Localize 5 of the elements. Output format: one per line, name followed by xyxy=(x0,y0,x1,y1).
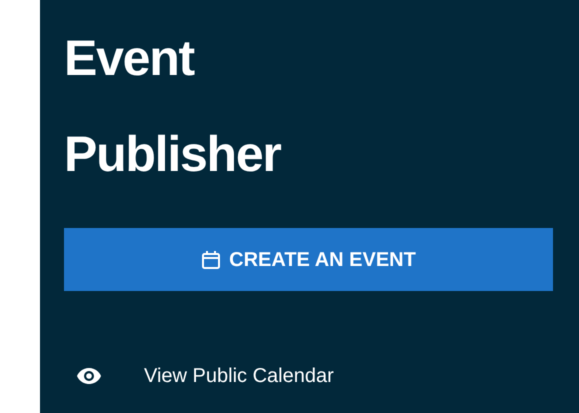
app-title: Event Publisher xyxy=(64,29,282,184)
eye-icon xyxy=(76,367,102,385)
nav-link[interactable]: View Public Calendar xyxy=(64,361,554,391)
calendar-icon xyxy=(201,250,222,270)
create-event-button[interactable]: CREATE AN EVENT xyxy=(64,228,553,291)
